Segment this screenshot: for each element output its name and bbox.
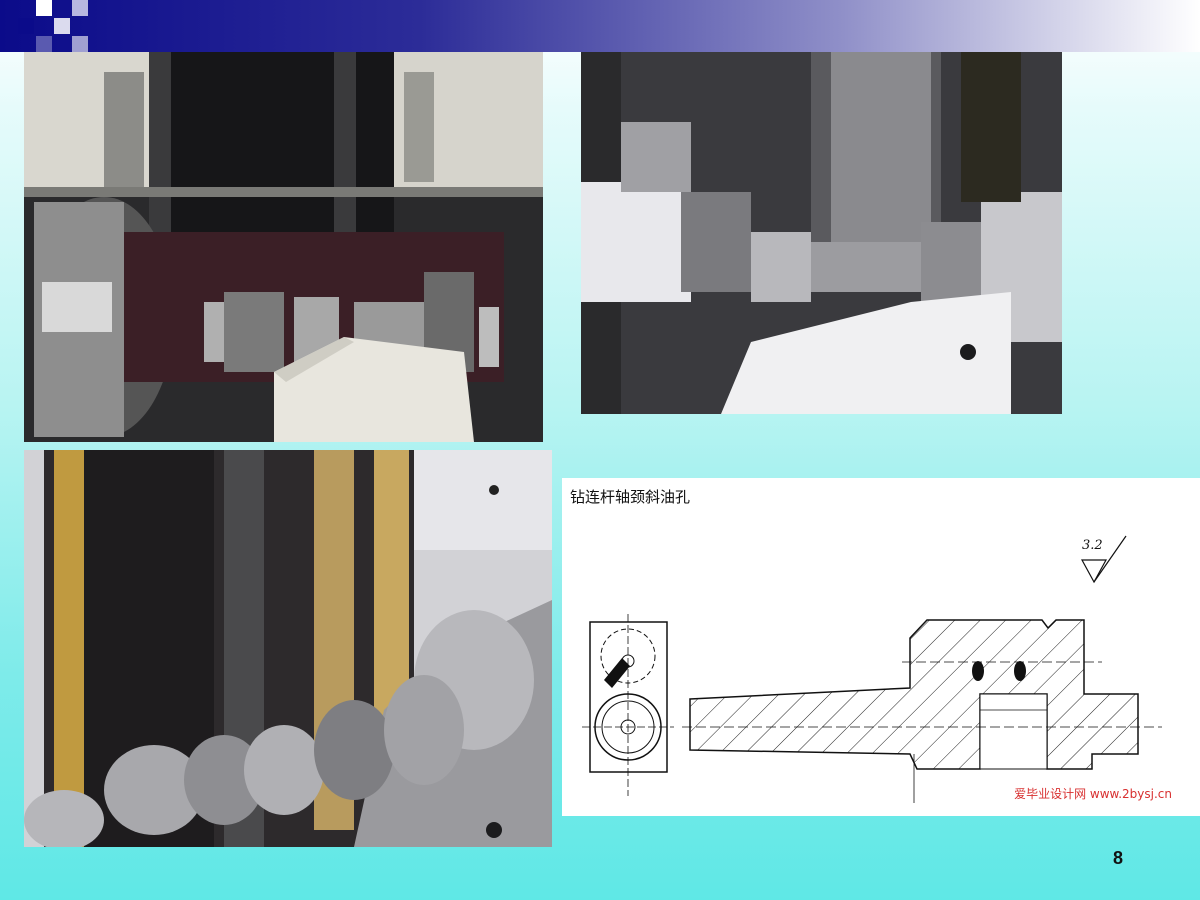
- oil-hole-drawing: 钻连杆轴颈斜油孔 3.2 爱毕业设计网 www.2bysj.cn: [562, 478, 1200, 816]
- drawing-figure: [582, 535, 1162, 803]
- drawing-watermark: 爱毕业设计网 www.2bysj.cn: [1014, 787, 1172, 801]
- page-number: 8: [1113, 848, 1124, 868]
- crankshaft-turning-photo-2: [581, 52, 1062, 414]
- crankshaft-grinding-photo: [24, 450, 552, 847]
- header-bar: [0, 0, 1200, 52]
- crankshaft-turning-photo-1: [24, 52, 543, 442]
